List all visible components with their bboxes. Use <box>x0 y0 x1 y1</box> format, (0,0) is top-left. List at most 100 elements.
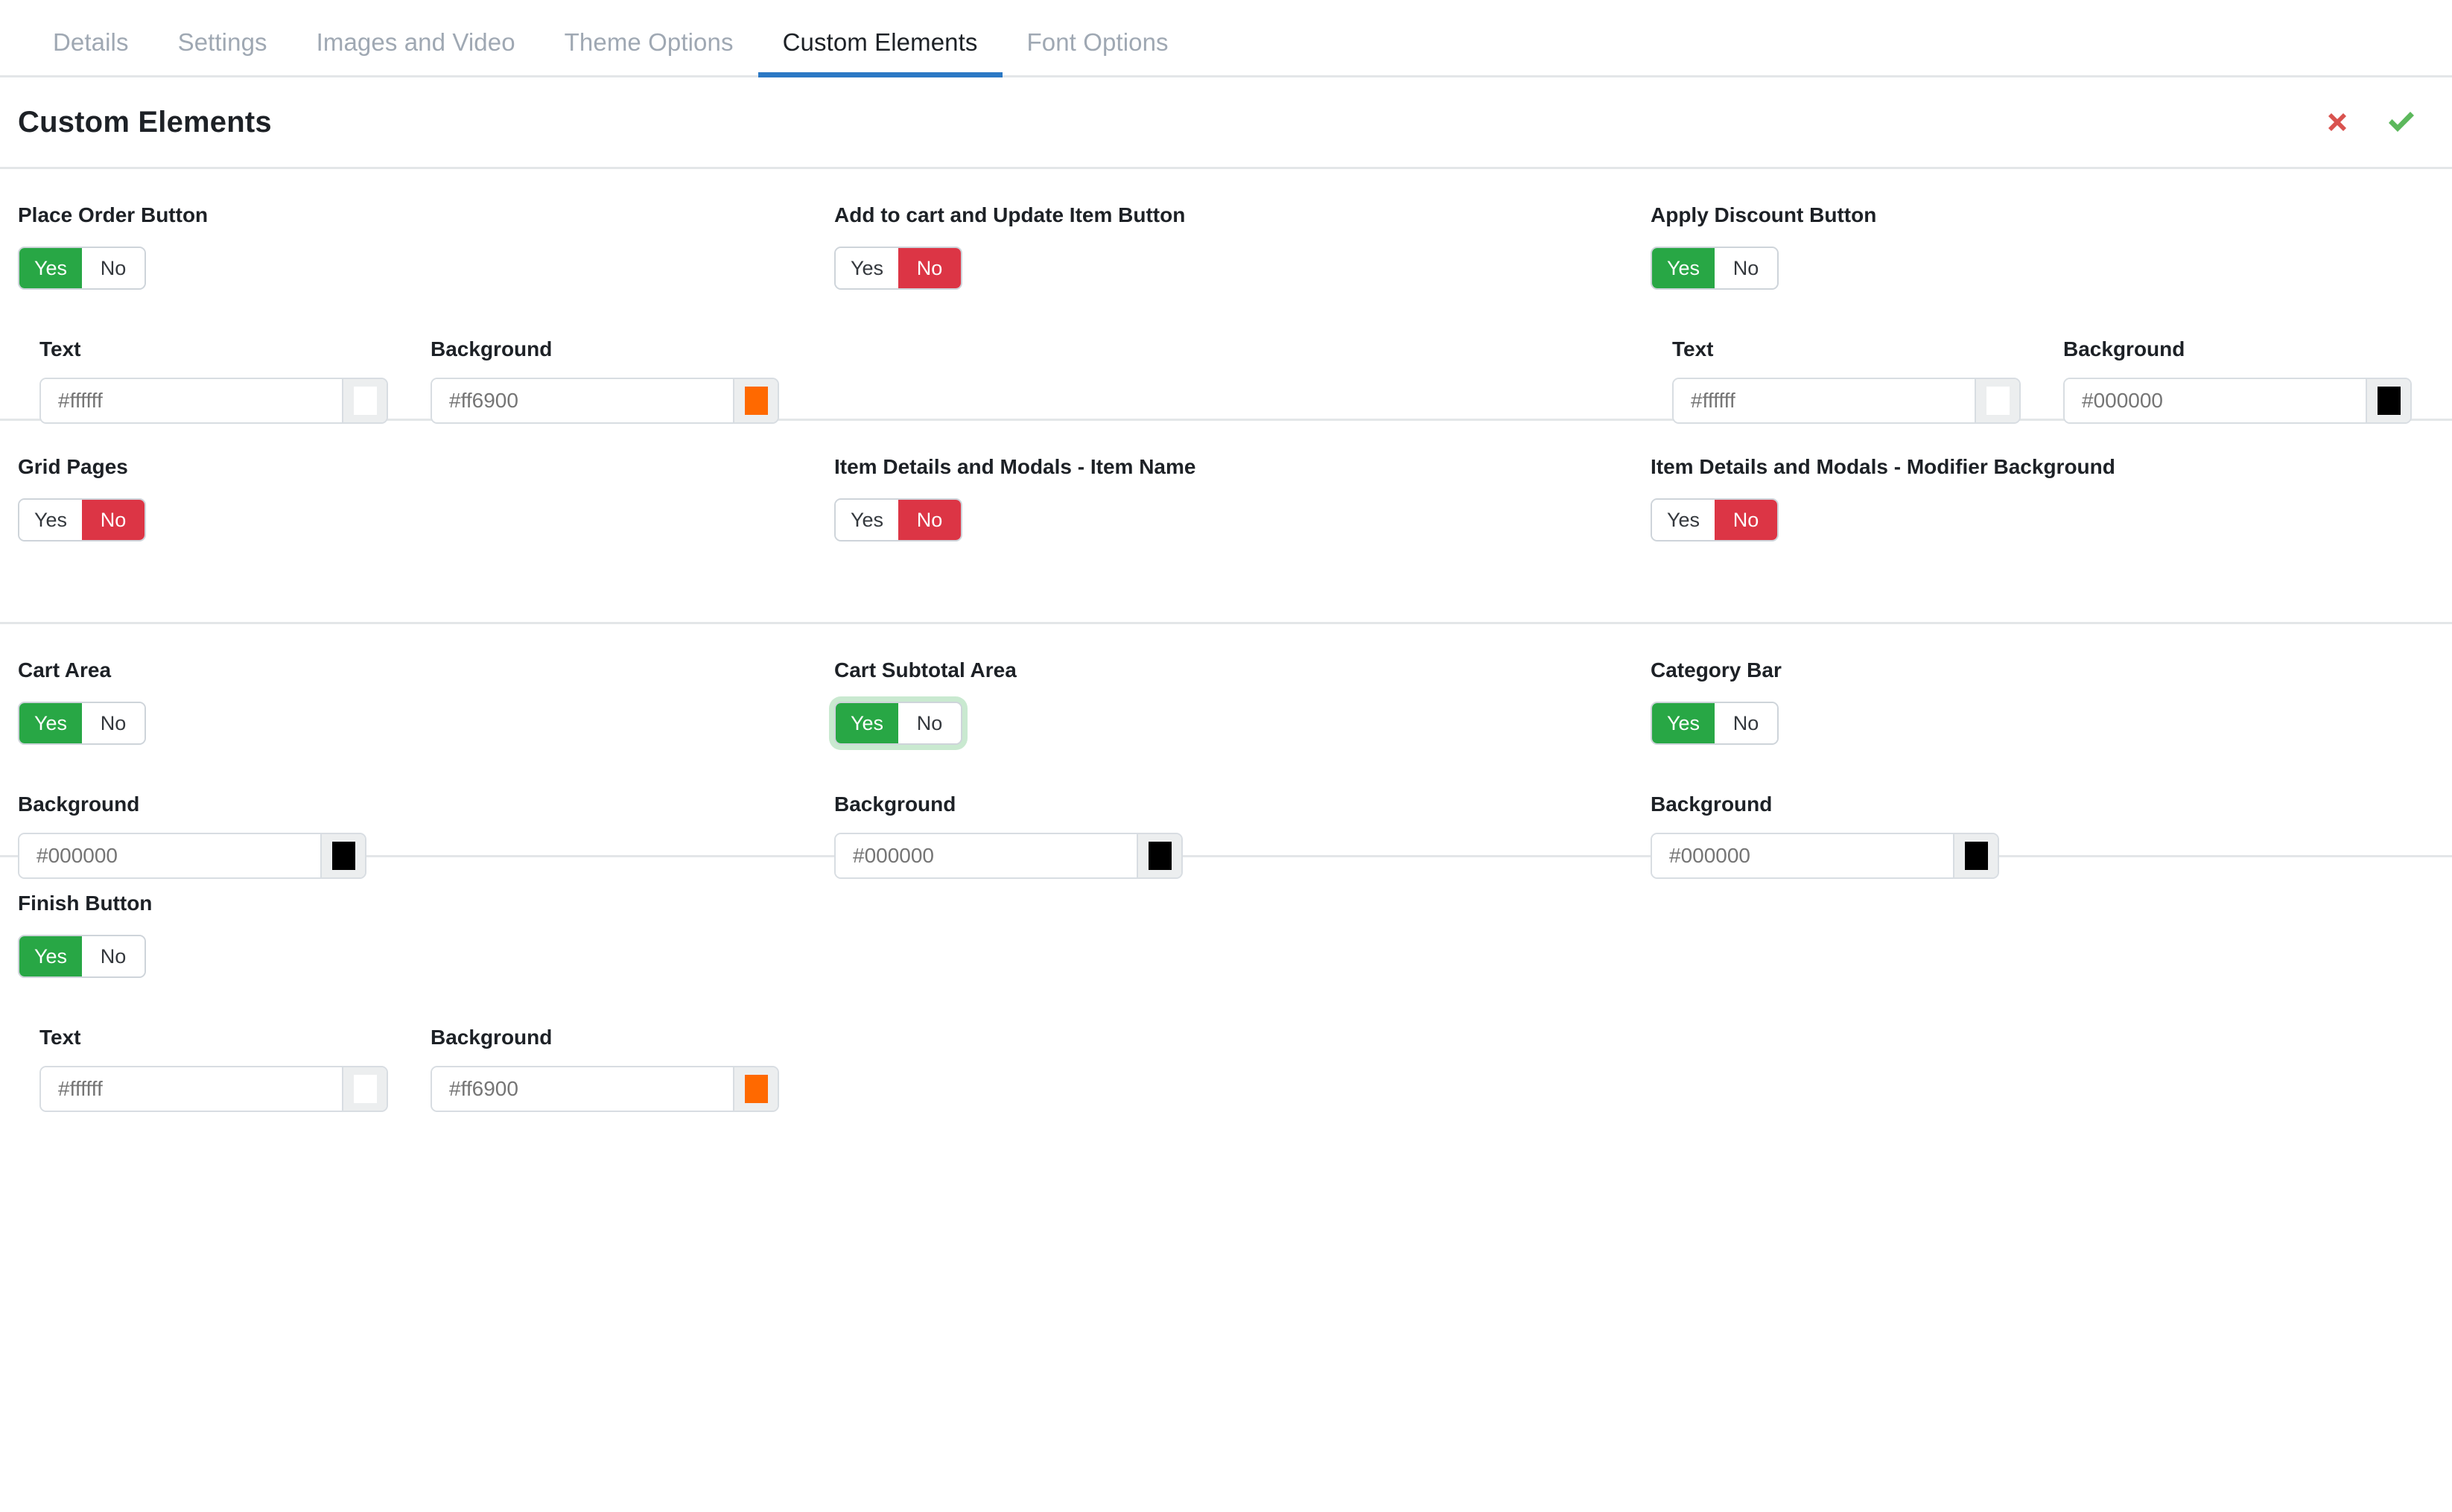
page-header: Custom Elements <box>0 77 2452 169</box>
tab-theme-options[interactable]: Theme Options <box>540 30 758 75</box>
toggle-yes-apply-discount-button[interactable]: Yes <box>1652 248 1715 288</box>
color-swatch-button-text-finish-button[interactable] <box>342 1067 387 1111</box>
toggle-no-cart-area[interactable]: No <box>82 703 145 743</box>
tab-details[interactable]: Details <box>28 30 153 75</box>
color-hex-field-background-finish-button[interactable] <box>432 1067 733 1111</box>
toggle-no-item-details-and-modals-item-name[interactable]: No <box>898 500 962 540</box>
custom-elements-sections: Place Order ButtonYesNoTextBackgroundAdd… <box>0 169 2452 1155</box>
field-label-apply-discount-button: Apply Discount Button <box>1651 203 1877 226</box>
tab-font-options[interactable]: Font Options <box>1003 30 1193 75</box>
toggle-cart-area[interactable]: Yes No <box>18 702 147 745</box>
toggle-no-finish-button[interactable]: No <box>82 936 145 976</box>
toggle-yes-add-to-cart-and-update-item-button[interactable]: Yes <box>836 248 899 288</box>
color-swatch-button-background-cart-subtotal-area[interactable] <box>1137 834 1181 877</box>
save-button[interactable] <box>2383 104 2419 140</box>
color-swatch-button-text-apply-discount-button[interactable] <box>1975 379 2019 422</box>
tab-images-and-video[interactable]: Images and Video <box>292 30 540 75</box>
subfields-category-bar: Background <box>1651 794 2452 879</box>
toggle-yes-place-order-button[interactable]: Yes <box>19 248 83 288</box>
color-swatch-button-background-cart-area[interactable] <box>320 834 365 877</box>
field-label-item-details-and-modals-modifier-background: Item Details and Modals - Modifier Backg… <box>1651 455 2115 478</box>
color-swatch-button-background-finish-button[interactable] <box>733 1067 778 1111</box>
field-group-item-details-and-modals-item-name: Item Details and Modals - Item Name Yes No <box>834 457 1651 541</box>
color-swatch-icon <box>331 842 355 870</box>
color-input-background-apply-discount-button <box>2063 378 2412 424</box>
section-row: Finish Button YesNo Text Background <box>18 893 2434 1112</box>
toggle-add-to-cart-and-update-item-button[interactable]: Yes No <box>834 247 963 290</box>
cancel-button[interactable] <box>2319 104 2355 140</box>
color-hex-field-background-place-order-button[interactable] <box>432 379 733 422</box>
sub-label-text: Text <box>39 1026 81 1049</box>
toggle-no-grid-pages[interactable]: No <box>82 500 145 540</box>
toggle-yes-cart-subtotal-area[interactable]: Yes <box>836 703 899 743</box>
toggle-category-bar[interactable]: Yes No <box>1651 702 1779 745</box>
sub-label-text: Text <box>39 337 81 360</box>
color-swatch-icon <box>353 1075 377 1103</box>
toggle-no-category-bar[interactable]: No <box>1715 703 1778 743</box>
toggle-no-cart-subtotal-area[interactable]: No <box>898 703 962 743</box>
color-hex-field-text-finish-button[interactable] <box>41 1067 342 1111</box>
sub-label-background: Background <box>834 792 956 816</box>
toggle-no-item-details-and-modals-modifier-background[interactable]: No <box>1715 500 1778 540</box>
toggle-yes-cart-area[interactable]: Yes <box>19 703 83 743</box>
color-hex-field-background-category-bar[interactable] <box>1652 834 1953 877</box>
subfield-background-place-order-button: Background <box>431 339 779 424</box>
section-2: Grid Pages Yes No Item Details and Modals -… <box>0 421 2452 624</box>
toggle-item-details-and-modals-item-name[interactable]: Yes No <box>834 498 963 541</box>
subfield-background-cart-area: Background <box>18 794 366 879</box>
color-hex-field-background-apply-discount-button[interactable] <box>2065 379 2366 422</box>
color-hex-field-background-cart-subtotal-area[interactable] <box>836 834 1137 877</box>
toggle-cart-subtotal-area[interactable]: Yes No <box>834 702 963 745</box>
color-swatch-icon <box>1986 387 2010 415</box>
color-swatch-button-background-apply-discount-button[interactable] <box>2366 379 2410 422</box>
sub-label-text: Text <box>1672 337 1714 360</box>
tab-custom-elements[interactable]: Custom Elements <box>757 30 1003 77</box>
green-check-icon <box>2389 112 2414 132</box>
sub-label-background: Background <box>1651 792 1773 816</box>
color-input-background-finish-button <box>431 1066 779 1112</box>
section-4: Finish Button YesNo Text Background <box>0 857 2452 1155</box>
red-x-icon <box>2328 113 2346 131</box>
color-hex-field-background-cart-area[interactable] <box>19 834 320 877</box>
field-group-apply-discount-button: Apply Discount Button YesNo Text Background <box>1651 205 2452 424</box>
subfields-cart-subtotal-area: Background <box>834 794 1651 879</box>
toggle-yes-item-details-and-modals-item-name[interactable]: Yes <box>836 500 899 540</box>
subfields-place-order-button: Text Background <box>18 339 834 424</box>
color-swatch-icon <box>353 387 377 415</box>
toggle-apply-discount-button[interactable]: Yes No <box>1651 247 1779 290</box>
section-row: Cart AreaYesNoBackgroundCart Subtotal Ar… <box>18 660 2434 879</box>
subfield-background-category-bar: Background <box>1651 794 1999 879</box>
toggle-yes-item-details-and-modals-modifier-background[interactable]: Yes <box>1652 500 1715 540</box>
toggle-yes-finish-button[interactable]: Yes <box>19 936 83 976</box>
section-row: Grid Pages Yes No Item Details and Modals -… <box>18 457 2434 541</box>
color-swatch-button-background-category-bar[interactable] <box>1953 834 1998 877</box>
color-swatch-button-background-place-order-button[interactable] <box>733 379 778 422</box>
subfields-finish-button: Text Background <box>18 1027 834 1112</box>
toggle-grid-pages[interactable]: Yes No <box>18 498 147 541</box>
subfield-text-place-order-button: Text <box>39 339 388 424</box>
toggle-yes-category-bar[interactable]: Yes <box>1652 703 1715 743</box>
field-group-cart-subtotal-area: Cart Subtotal Area Yes No Background <box>834 660 1651 879</box>
section-row: Place Order ButtonYesNoTextBackgroundAdd… <box>18 205 2434 424</box>
subfield-background-finish-button: Background <box>431 1027 779 1112</box>
section-1: Place Order ButtonYesNoTextBackgroundAdd… <box>0 169 2452 424</box>
toggle-no-add-to-cart-and-update-item-button[interactable]: No <box>898 248 962 288</box>
field-group-item-details-and-modals-modifier-background: Item Details and Modals - Modifier Backg… <box>1651 457 2452 541</box>
field-label-grid-pages: Grid Pages <box>18 455 128 478</box>
color-hex-field-text-apply-discount-button[interactable] <box>1674 379 1975 422</box>
color-input-background-cart-area <box>18 833 366 879</box>
color-swatch-icon <box>1964 842 1988 870</box>
color-swatch-icon <box>2377 387 2401 415</box>
tab-settings[interactable]: Settings <box>153 30 292 75</box>
toggle-place-order-button[interactable]: Yes No <box>18 247 147 290</box>
field-label-cart-subtotal-area: Cart Subtotal Area <box>834 658 1017 682</box>
color-swatch-button-text-place-order-button[interactable] <box>342 379 387 422</box>
toggle-item-details-and-modals-modifier-background[interactable]: Yes No <box>1651 498 1779 541</box>
sub-label-background: Background <box>18 792 140 816</box>
toggle-finish-button[interactable]: Yes No <box>18 935 147 978</box>
color-hex-field-text-place-order-button[interactable] <box>41 379 342 422</box>
toggle-yes-grid-pages[interactable]: Yes <box>19 500 83 540</box>
field-group-finish-button: Finish Button YesNo Text Background <box>18 893 834 1112</box>
toggle-no-apply-discount-button[interactable]: No <box>1715 248 1778 288</box>
toggle-no-place-order-button[interactable]: No <box>82 248 145 288</box>
